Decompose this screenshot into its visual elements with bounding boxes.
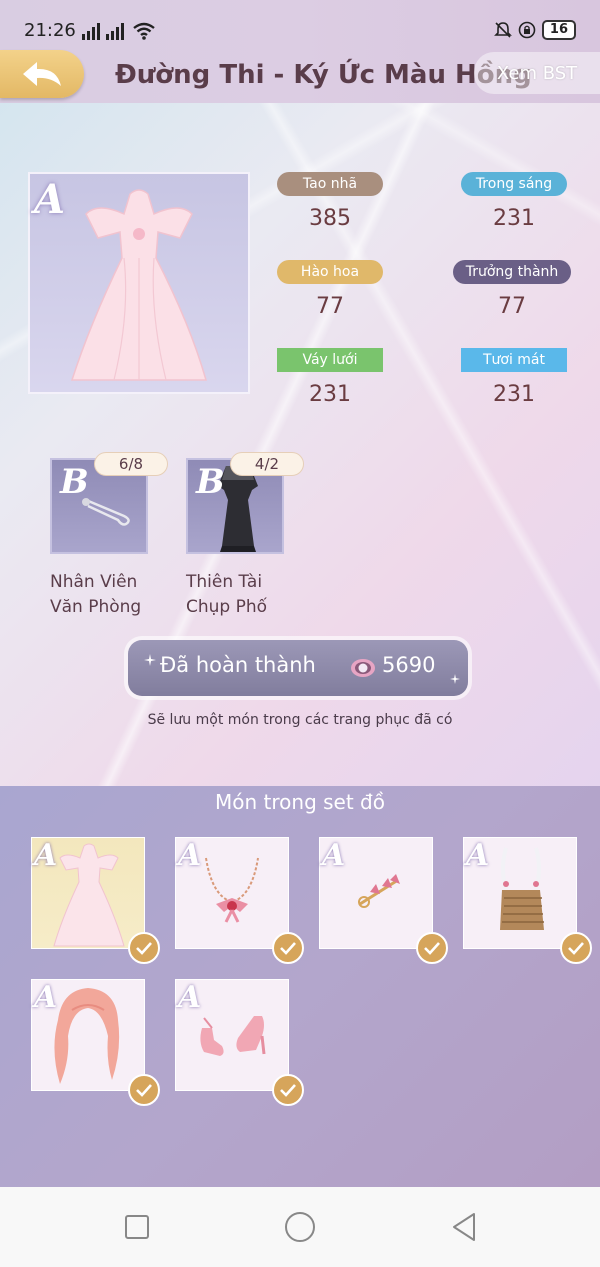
sparkle-icon: [450, 674, 460, 684]
stat-mature: Trưởng thành 77: [452, 260, 572, 319]
check-icon: [416, 932, 448, 964]
grade-badge: A: [34, 980, 58, 1015]
grade-badge: A: [34, 838, 58, 873]
grade-badge: A: [178, 980, 202, 1015]
set-item[interactable]: A: [175, 979, 304, 1106]
grade-badge: B: [60, 462, 89, 502]
view-collection-button[interactable]: Xem BST: [474, 52, 600, 94]
battery-level: 16: [549, 22, 568, 37]
sub-set-label-line: Nhân Viên: [50, 572, 138, 592]
save-note: Sẽ lưu một món trong các trang phục đã c…: [147, 712, 453, 728]
status-icons: 16: [493, 20, 576, 40]
stat-value: 77: [316, 294, 344, 319]
back-arrow-icon: [23, 62, 61, 86]
battery-indicator: 16: [541, 20, 576, 40]
stat-label: Hào hoa: [277, 260, 383, 284]
stat-value: 231: [493, 382, 535, 407]
set-item[interactable]: A: [31, 979, 160, 1106]
lock-rotation-icon: [518, 21, 536, 39]
grade-badge: A: [466, 838, 490, 873]
stat-label: Trong sáng: [461, 172, 567, 196]
status-time: 21:26: [24, 20, 76, 41]
stat-value: 231: [309, 382, 351, 407]
pearl-amount: 5690: [382, 653, 436, 677]
stat-value: 77: [498, 294, 526, 319]
recent-apps-icon[interactable]: [124, 1214, 150, 1240]
check-icon: [272, 932, 304, 964]
pearl-currency-icon: [351, 659, 375, 677]
stat-elegant: Tao nhã 385: [270, 172, 390, 231]
signal-icon: [82, 23, 124, 40]
check-icon: [560, 932, 592, 964]
check-icon: [128, 932, 160, 964]
back-button[interactable]: [0, 50, 84, 98]
stat-gorgeous: Hào hoa 77: [270, 260, 390, 319]
main-outfit-card[interactable]: A: [28, 172, 250, 394]
sub-set-label-line: Thiên Tài: [186, 572, 263, 592]
set-items-title: Món trong set đồ: [215, 790, 385, 814]
set-item[interactable]: A: [463, 837, 592, 964]
set-item[interactable]: A: [319, 837, 448, 964]
stat-label: Trưởng thành: [453, 260, 571, 284]
stat-innocent: Trong sáng 231: [454, 172, 574, 231]
sparkle-icon: [144, 654, 156, 666]
stat-label: Tao nhã: [277, 172, 383, 196]
check-icon: [128, 1074, 160, 1106]
sub-set-label: Nhân Viên Văn Phòng: [50, 570, 170, 620]
system-navigation-bar: [0, 1187, 600, 1267]
stat-label: Váy lưới: [277, 348, 383, 372]
screen: 21:26 16 Đường Thi - Ký Ức Màu Hồng Xem …: [0, 0, 600, 1267]
completed-button[interactable]: Đã hoàn thành 5690: [128, 640, 468, 696]
sub-set-label-line: Chụp Phố: [186, 597, 268, 617]
bell-muted-icon: [493, 22, 512, 38]
sub-set-label: Thiên Tài Chụp Phố: [186, 570, 306, 620]
wifi-icon: [133, 22, 155, 40]
grade-badge: A: [322, 838, 346, 873]
completed-label: Đã hoàn thành: [160, 653, 316, 677]
set-item[interactable]: A: [31, 837, 160, 964]
check-icon: [272, 1074, 304, 1106]
home-icon[interactable]: [284, 1211, 316, 1243]
grade-badge: A: [34, 176, 66, 223]
set-item[interactable]: A: [175, 837, 304, 964]
sub-set-count: 4/2: [230, 452, 304, 476]
stat-fresh: Tươi mát 231: [454, 348, 574, 407]
stat-value: 385: [309, 206, 351, 231]
back-nav-icon[interactable]: [450, 1212, 478, 1242]
stat-value: 231: [493, 206, 535, 231]
sub-set-count: 6/8: [94, 452, 168, 476]
sub-set-item[interactable]: B 4/2 Thiên Tài Chụp Phố: [186, 452, 306, 620]
stat-mesh-skirt: Váy lưới 231: [270, 348, 390, 407]
grade-badge: A: [178, 838, 202, 873]
grade-badge: B: [196, 462, 225, 502]
sub-set-item[interactable]: B 6/8 Nhân Viên Văn Phòng: [50, 452, 170, 620]
sub-set-label-line: Văn Phòng: [50, 597, 142, 617]
page-title: Đường Thi - Ký Ức Màu Hồng: [115, 60, 532, 90]
stat-label: Tươi mát: [461, 348, 567, 372]
